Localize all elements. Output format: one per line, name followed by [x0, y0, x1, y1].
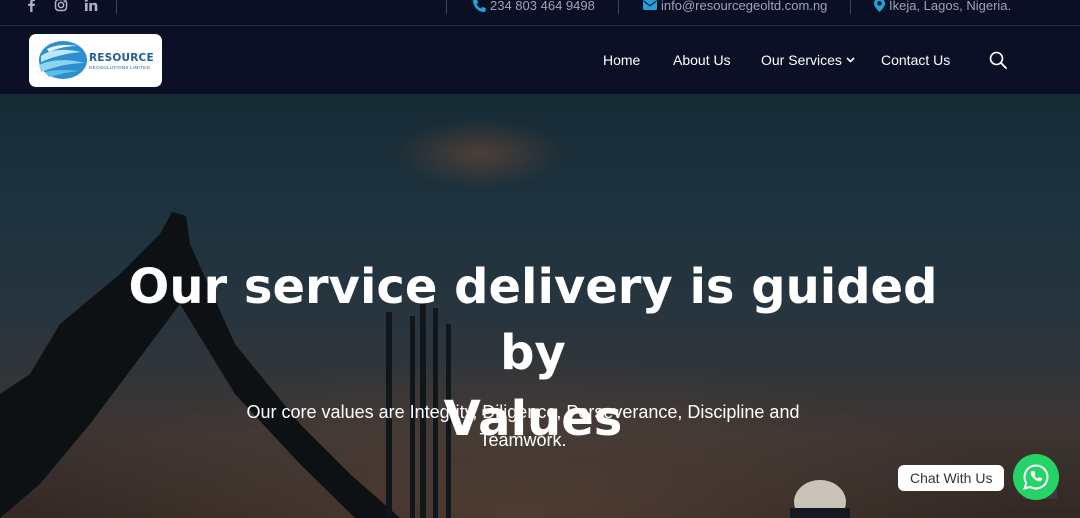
email-link[interactable]: info@resourcegeoltd.com.ng [643, 0, 827, 14]
nav-our-services-label: Our Services [761, 52, 842, 68]
linkedin-icon[interactable] [84, 0, 98, 13]
nav-contact-us[interactable]: Contact Us [881, 52, 950, 68]
facebook-icon[interactable] [26, 0, 36, 13]
divider [618, 0, 619, 14]
hero-subtitle: Our core values are Integrity, Diligence… [230, 398, 816, 454]
logo-mark-icon [39, 41, 87, 79]
chevron-down-icon [846, 57, 855, 63]
instagram-icon[interactable] [54, 0, 68, 13]
hero-subtitle-line-2: Teamwork. [479, 430, 567, 450]
hero-banner: Our service delivery is guided by Values… [0, 94, 1080, 518]
phone-text: 234 803 464 9498 [490, 0, 595, 13]
location-info: Ikeja, Lagos, Nigeria. [874, 0, 1011, 14]
site-logo[interactable]: RESOURCE GEOSOLUTIONS LIMITED [29, 34, 162, 87]
location-text: Ikeja, Lagos, Nigeria. [889, 0, 1012, 13]
divider [116, 0, 117, 14]
logo-wordmark: RESOURCE [89, 52, 154, 64]
envelope-icon [643, 0, 657, 10]
whatsapp-icon [1023, 464, 1049, 490]
nav-home[interactable]: Home [603, 52, 640, 68]
search-button[interactable] [989, 51, 1007, 74]
phone-icon [473, 0, 486, 12]
nav-about-us[interactable]: About Us [673, 52, 731, 68]
email-text: info@resourcegeoltd.com.ng [661, 0, 828, 13]
hero-subtitle-line-1: Our core values are Integrity, Diligence… [246, 402, 800, 422]
search-icon [989, 51, 1007, 69]
hero-title-line-1: Our service delivery is guided by [128, 259, 938, 381]
main-navbar: RESOURCE GEOSOLUTIONS LIMITED Home About… [0, 26, 1080, 94]
map-pin-icon [874, 0, 885, 12]
divider [850, 0, 851, 14]
phone-link[interactable]: 234 803 464 9498 [473, 0, 595, 14]
chat-label[interactable]: Chat With Us [898, 465, 1005, 491]
divider [446, 0, 447, 14]
logo-subtitle: GEOSOLUTIONS LIMITED [89, 65, 151, 70]
top-bar: 234 803 464 9498 info@resourcegeoltd.com… [0, 0, 1080, 26]
nav-our-services[interactable]: Our Services [761, 52, 855, 68]
whatsapp-chat-button[interactable] [1013, 454, 1059, 500]
